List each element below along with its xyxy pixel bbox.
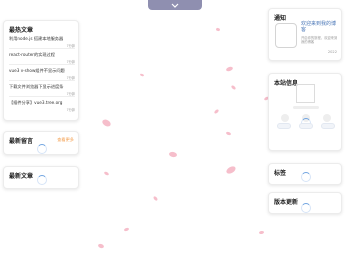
- placeholder-pill: [321, 123, 335, 129]
- card-title: 通知: [274, 15, 287, 22]
- petal: [215, 27, 221, 32]
- card-title: 最热文章: [9, 27, 34, 34]
- article-date: 7分钟: [66, 92, 75, 96]
- petal: [103, 170, 110, 177]
- card-title: 本站信息: [274, 80, 299, 87]
- card-title: 最新留言: [9, 138, 34, 145]
- article-date: 7分钟: [66, 60, 75, 64]
- chevron-down-icon: [171, 3, 179, 8]
- more-link[interactable]: 查看更多: [57, 137, 74, 143]
- newest-articles-card: 最新文章: [3, 166, 79, 189]
- list-item[interactable]: react-router的实现过程 7分钟: [9, 51, 75, 65]
- petal: [230, 84, 237, 91]
- card-title: 版本更新: [274, 199, 299, 206]
- placeholder-bar: [293, 106, 319, 109]
- card-title: 标签: [274, 170, 287, 177]
- petal: [123, 227, 130, 232]
- placeholder-circle: [281, 114, 289, 122]
- article-date: 7分钟: [66, 44, 75, 48]
- loading-spinner: [301, 203, 311, 213]
- notice-headline: 欢迎来到我的博客: [301, 21, 337, 33]
- version-card: 版本更新: [268, 192, 342, 214]
- notice-subtext: 开启你的旅程，欢迎来到我的博客: [301, 36, 338, 44]
- notice-year: 2022: [327, 50, 337, 54]
- article-title: 【插件分享】vue3.tree.org: [9, 100, 63, 105]
- article-date: 7分钟: [66, 76, 75, 80]
- petal: [225, 131, 232, 136]
- article-title: react-router的实现过程: [9, 52, 55, 57]
- article-title: vue3 v-show组件不显示问题: [9, 68, 65, 73]
- card-title: 最新文章: [9, 173, 34, 180]
- petal: [225, 164, 237, 176]
- list-item[interactable]: 【插件分享】vue3.tree.org 7分钟: [9, 99, 75, 113]
- petal: [258, 230, 265, 235]
- article-title: 利用node.js 搭建本地服务器: [9, 36, 64, 41]
- article-title: 下载文件浏览器下显示进度条: [9, 84, 64, 89]
- hot-articles-card: 最热文章 利用node.js 搭建本地服务器 7分钟 react-router的…: [3, 20, 79, 121]
- top-toggle-button[interactable]: [148, 0, 202, 10]
- petal: [213, 108, 220, 115]
- notice-card: 通知 欢迎来到我的博客 开启你的旅程，欢迎来到我的博客 2022: [268, 8, 342, 61]
- petal: [225, 65, 234, 73]
- site-info-card: 本站信息: [268, 73, 342, 151]
- list-item[interactable]: 利用node.js 搭建本地服务器 7分钟: [9, 35, 75, 49]
- loading-spinner: [37, 144, 47, 154]
- placeholder-circle: [323, 114, 331, 122]
- placeholder-pill: [277, 123, 291, 129]
- list-item[interactable]: vue3 v-show组件不显示问题 7分钟: [9, 67, 75, 81]
- notice-image: [275, 23, 297, 48]
- avatar: [296, 84, 315, 103]
- loading-spinner: [37, 175, 47, 185]
- placeholder-pill: [299, 123, 313, 129]
- petal: [139, 73, 145, 77]
- tags-card: 标签: [268, 163, 342, 185]
- petal: [97, 243, 105, 249]
- petal: [168, 151, 178, 158]
- petal: [152, 195, 159, 202]
- article-date: 7分钟: [66, 108, 75, 112]
- latest-comments-card: 最新留言 查看更多: [3, 131, 79, 155]
- list-item[interactable]: 下载文件浏览器下显示进度条 7分钟: [9, 83, 75, 97]
- loading-spinner: [301, 172, 311, 182]
- petal: [101, 118, 112, 128]
